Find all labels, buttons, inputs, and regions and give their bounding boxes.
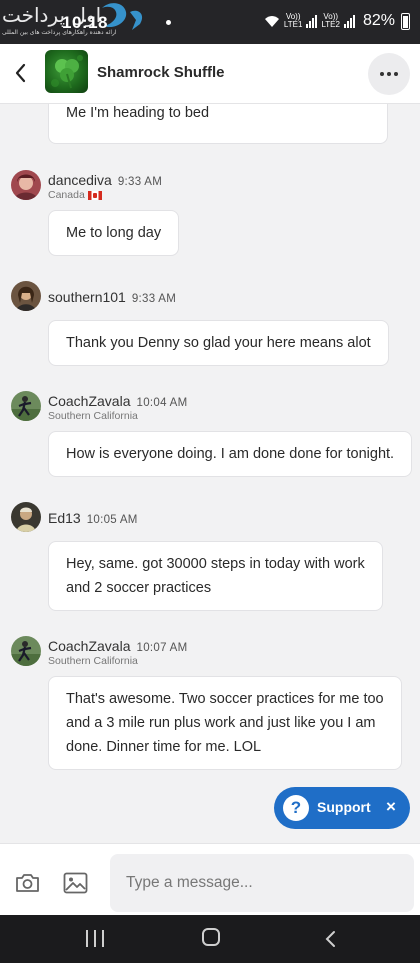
message-time: 9:33 AM — [117, 176, 163, 188]
username[interactable]: CoachZavala 10:04 AM — [48, 393, 188, 409]
message-header: CoachZavala 10:04 AM Southern California — [0, 391, 420, 431]
avatar-image — [11, 391, 41, 421]
wifi-icon — [264, 16, 279, 27]
message-header: CoachZavala 10:07 AM Southern California — [0, 636, 420, 676]
close-icon[interactable]: × — [386, 797, 396, 817]
avatar[interactable] — [11, 502, 41, 532]
support-button[interactable]: ? Support × — [274, 787, 410, 829]
chat-header: Shamrock Shuffle — [0, 44, 420, 104]
message-time: 10:04 AM — [136, 397, 188, 409]
avatar[interactable] — [11, 636, 41, 666]
message-bubble: How is everyone doing. I am done done fo… — [48, 431, 413, 477]
username[interactable]: CoachZavala 10:07 AM — [48, 638, 188, 654]
composer — [0, 843, 420, 915]
signal-bars-2-icon — [343, 14, 355, 28]
more-options-button[interactable] — [368, 53, 410, 95]
avatar-image — [11, 502, 41, 532]
message-header: dancediva 9:33 AM Canada — [0, 170, 420, 210]
page-title: Shamrock Shuffle — [97, 64, 225, 81]
message-time: 9:33 AM — [131, 293, 177, 305]
clock: 10:18 — [62, 13, 108, 32]
message-input[interactable] — [110, 854, 414, 912]
username[interactable]: southern101 9:33 AM — [48, 289, 176, 305]
signal-bars-1-icon — [306, 14, 318, 28]
message-header: southern101 9:33 AM — [0, 281, 420, 321]
message-text: and a 3 mile run plus work and just like… — [66, 715, 376, 731]
support-label: Support — [317, 799, 371, 815]
message-text: and 2 soccer practices — [66, 580, 212, 596]
message-bubble: That's awesome. Two soccer practices for… — [48, 676, 402, 770]
question-icon: ? — [283, 795, 309, 821]
user-location: Canada — [48, 189, 102, 201]
message-text: done. Dinner time for me. LOL — [66, 739, 262, 755]
group-avatar[interactable] — [45, 50, 88, 93]
user-location: Southern California — [48, 410, 138, 422]
message-bubble: Hey, same. got 30000 steps in today with… — [48, 541, 383, 611]
username[interactable]: Ed13 10:05 AM — [48, 510, 138, 526]
avatar-image — [11, 281, 41, 311]
message-bubble: Thank you Denny so glad your here means … — [48, 320, 389, 366]
system-icons: Vo)) LTE1 Vo)) LTE2 82% — [264, 12, 410, 30]
message-text: Thank you Denny so glad your here means … — [66, 335, 371, 351]
message-bubble: ···· ····· ··· ··· ········ ··· ·· Me I'… — [48, 104, 388, 144]
image-icon[interactable] — [63, 872, 88, 894]
avatar[interactable] — [11, 391, 41, 421]
status-bar: اول پرداخت ارائه دهنده راهکارهای پرداخت … — [0, 0, 420, 44]
home-icon[interactable] — [202, 928, 220, 946]
message-time: 10:07 AM — [136, 642, 188, 654]
canada-flag-icon — [87, 190, 102, 200]
chevron-left-icon[interactable] — [10, 59, 32, 87]
avatar[interactable] — [11, 170, 41, 200]
message-list[interactable]: ···· ····· ··· ··· ········ ··· ·· Me I'… — [0, 104, 420, 844]
notification-dot-icon — [166, 20, 171, 25]
camera-icon[interactable] — [15, 873, 40, 893]
message-text: Me to long day — [66, 225, 162, 241]
sim2-label: Vo)) LTE2 — [321, 12, 340, 29]
shamrock-icon — [51, 55, 83, 89]
message-header: Ed13 10:05 AM — [0, 502, 420, 542]
sim1-label: Vo)) LTE1 — [283, 12, 303, 29]
message-text: Hey, same. got 30000 steps in today with… — [66, 556, 365, 572]
recent-apps-icon[interactable] — [86, 930, 104, 947]
username[interactable]: dancediva 9:33 AM — [48, 172, 162, 188]
message-text: Me I'm heading to bed — [66, 105, 210, 121]
user-location: Southern California — [48, 655, 138, 667]
more-horizontal-icon — [380, 72, 384, 76]
message-bubble: Me to long day — [48, 210, 180, 256]
battery-icon — [401, 12, 410, 30]
avatar-image — [11, 170, 41, 200]
battery-percent: 82% — [362, 12, 395, 29]
avatar-image — [11, 636, 41, 666]
avatar[interactable] — [11, 281, 41, 311]
system-nav-bar — [0, 915, 420, 963]
back-icon[interactable] — [323, 930, 339, 948]
message-text: That's awesome. Two soccer practices for… — [66, 691, 384, 707]
message-time: 10:05 AM — [86, 514, 138, 526]
message-text: How is everyone doing. I am done done fo… — [66, 446, 395, 462]
